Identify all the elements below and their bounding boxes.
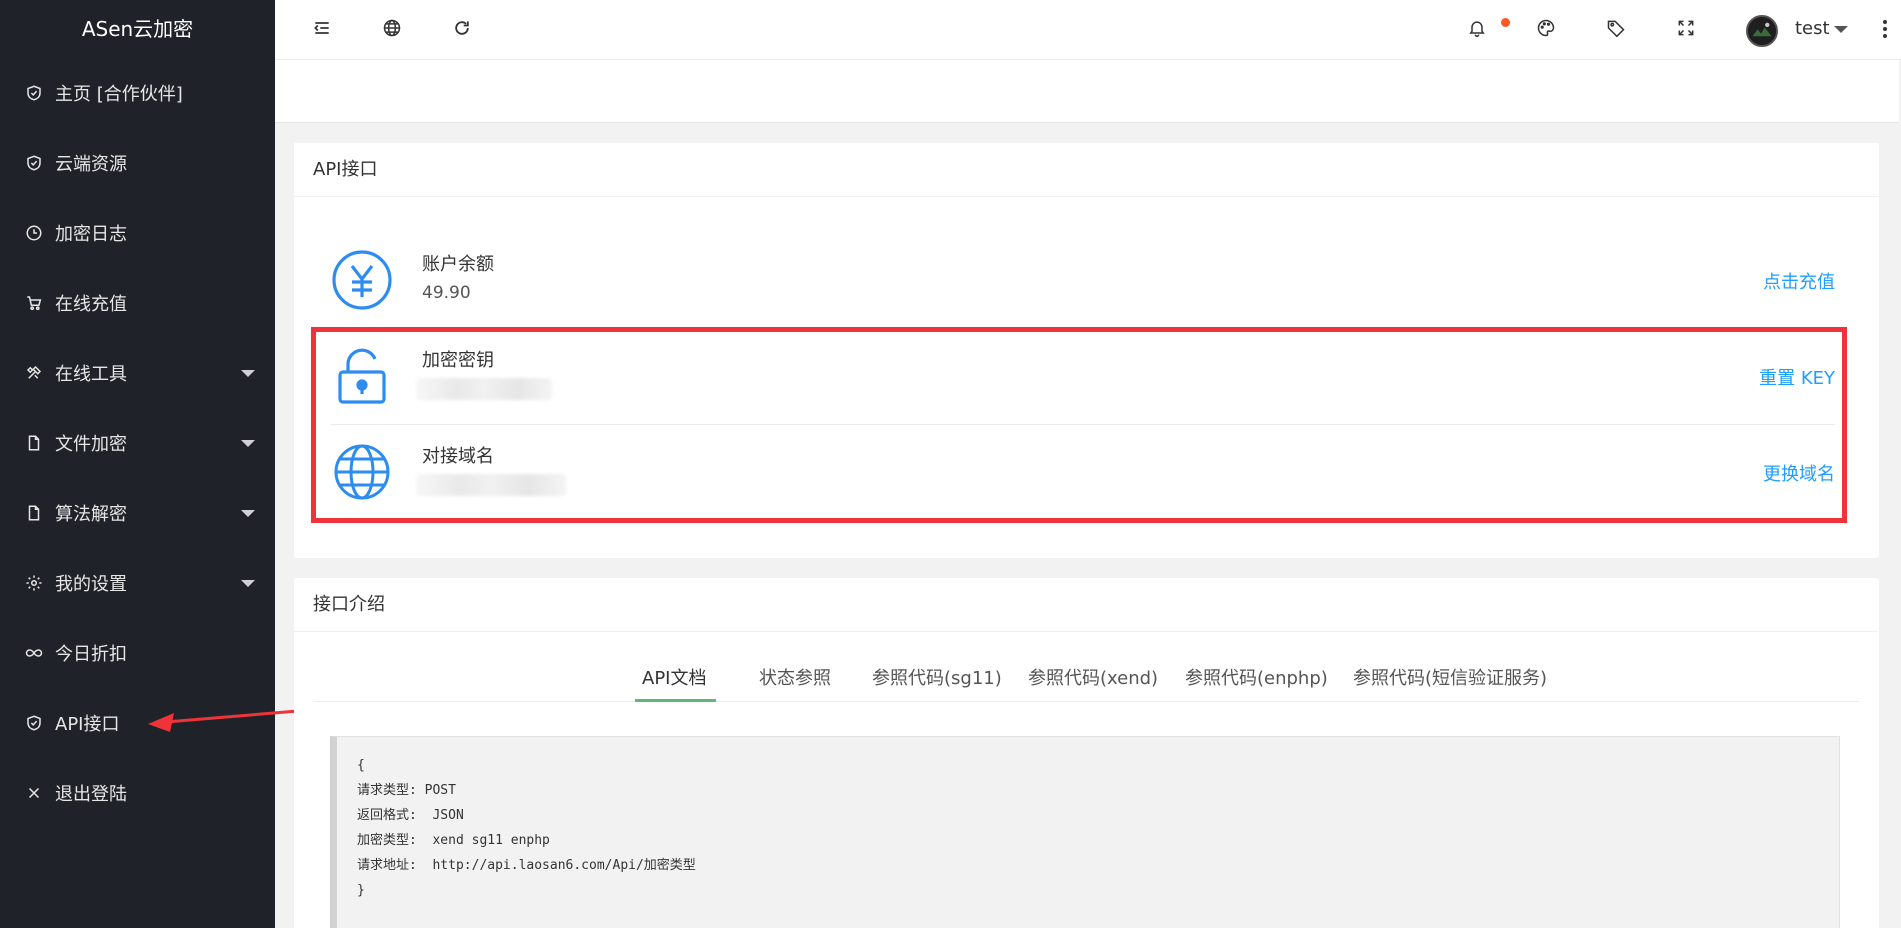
tab-code-enphp[interactable]: 参照代码(enphp) [1185,664,1328,690]
sidebar-item-label: 主页 [合作伙伴] [55,84,183,105]
code-line: 请求类型: POST [357,783,456,798]
username[interactable]: test [1795,18,1830,39]
api-card: API接口 账户余额 49.90 点击充值 加密密钥 重置 KEY 对接域名 更… [294,143,1879,558]
tab-code-sms[interactable]: 参照代码(短信验证服务) [1353,664,1547,690]
sidebar-item-my-settings[interactable]: 我的设置 [0,548,275,618]
sidebar-item-encrypt-log[interactable]: 加密日志 [0,198,275,268]
tab-code-sg11[interactable]: 参照代码(sg11) [872,664,1002,690]
tag-icon[interactable] [1604,16,1628,40]
refresh-icon[interactable] [450,16,474,40]
top-header: test [275,0,1901,60]
chevron-down-icon[interactable] [1834,26,1848,33]
notification-badge [1501,18,1510,27]
secret-key-label: 加密密钥 [422,350,494,371]
active-tab-indicator [635,699,716,702]
change-domain-link[interactable]: 更换域名 [1763,460,1835,486]
sidebar-item-algorithm-decrypt[interactable]: 算法解密 [0,478,275,548]
globe-icon[interactable] [380,16,404,40]
sidebar-item-online-tools[interactable]: 在线工具 [0,338,275,408]
sidebar-item-file-encrypt[interactable]: 文件加密 [0,408,275,478]
menu-collapse-icon[interactable] [310,16,334,40]
sidebar-item-label: 退出登陆 [55,784,127,805]
sidebar-item-label: 算法解密 [55,504,127,525]
chevron-down-icon [241,370,255,377]
shield-check-icon [25,714,43,732]
balance-value: 49.90 [422,283,471,303]
tab-status-reference[interactable]: 状态参照 [759,664,831,690]
sidebar-item-label: 加密日志 [55,224,127,245]
intro-card: 接口介绍 API文档 状态参照 参照代码(sg11) 参照代码(xend) 参照… [294,578,1879,928]
shield-check-icon [25,154,43,172]
app-logo[interactable]: ASen云加密 [0,0,275,58]
tab-api-docs[interactable]: API文档 [642,664,706,690]
secret-key-value-redacted [416,378,552,400]
more-vertical-icon[interactable] [1881,17,1889,41]
domain-label: 对接域名 [422,446,494,467]
sidebar-item-home[interactable]: 主页 [合作伙伴] [0,58,275,128]
close-icon [25,784,43,802]
intro-card-title: 接口介绍 [294,578,1879,632]
api-doc-code-block: { 请求类型: POST 返回格式: JSON 加密类型: xend sg11 enp… [330,736,1840,928]
palette-icon[interactable] [1534,16,1558,40]
recharge-link[interactable]: 点击充值 [1763,268,1835,294]
gear-icon [25,574,43,592]
sidebar-item-label: 在线工具 [55,364,127,385]
chevron-down-icon [241,510,255,517]
balance-label: 账户余额 [422,254,494,275]
unlock-icon [330,344,394,408]
sidebar: ASen云加密 主页 [合作伙伴] 云端资源 加密日志 在线充值 在线工具 文件… [0,0,275,928]
sidebar-item-label: 今日折扣 [55,644,127,665]
globe-icon [330,440,394,504]
domain-value-redacted [416,474,566,496]
sidebar-item-label: 文件加密 [55,434,127,455]
tools-icon [25,364,43,382]
sidebar-item-label: 在线充值 [55,294,127,315]
code-line: 返回格式: JSON [357,808,464,823]
fullscreen-icon[interactable] [1674,16,1698,40]
sidebar-item-label: API接口 [55,714,120,735]
tab-bar-divider [314,701,1859,702]
sidebar-item-cloud-resources[interactable]: 云端资源 [0,128,275,198]
code-line: } [357,883,365,898]
sidebar-item-today-discount[interactable]: 今日折扣 [0,618,275,688]
sidebar-item-api[interactable]: API接口 [0,688,275,758]
reset-key-link[interactable]: 重置 KEY [1759,364,1835,390]
chevron-down-icon [241,440,255,447]
balance-row: 账户余额 49.90 点击充值 [330,228,1835,324]
tab-code-xend[interactable]: 参照代码(xend) [1028,664,1158,690]
file-icon [25,434,43,452]
sidebar-item-recharge[interactable]: 在线充值 [0,268,275,338]
top-blank-panel [275,60,1899,123]
clock-icon [25,224,43,242]
sidebar-item-logout[interactable]: 退出登陆 [0,758,275,828]
yen-icon [330,248,394,312]
code-line: 加密类型: xend sg11 enphp [357,833,550,848]
chevron-down-icon [241,580,255,587]
cart-icon [25,294,43,312]
code-line: { [357,758,365,773]
file-icon [25,504,43,522]
sidebar-item-label: 云端资源 [55,154,127,175]
avatar[interactable] [1746,15,1778,47]
infinity-icon [25,644,43,662]
sidebar-item-label: 我的设置 [55,574,127,595]
bell-icon[interactable] [1465,16,1489,40]
secret-key-row: 加密密钥 重置 KEY [330,324,1835,420]
code-line: 请求地址: http://api.laosan6.com/Api/加密类型 [357,858,696,873]
api-card-title: API接口 [294,143,1879,197]
shield-check-icon [25,84,43,102]
domain-row: 对接域名 更换域名 [330,420,1835,516]
